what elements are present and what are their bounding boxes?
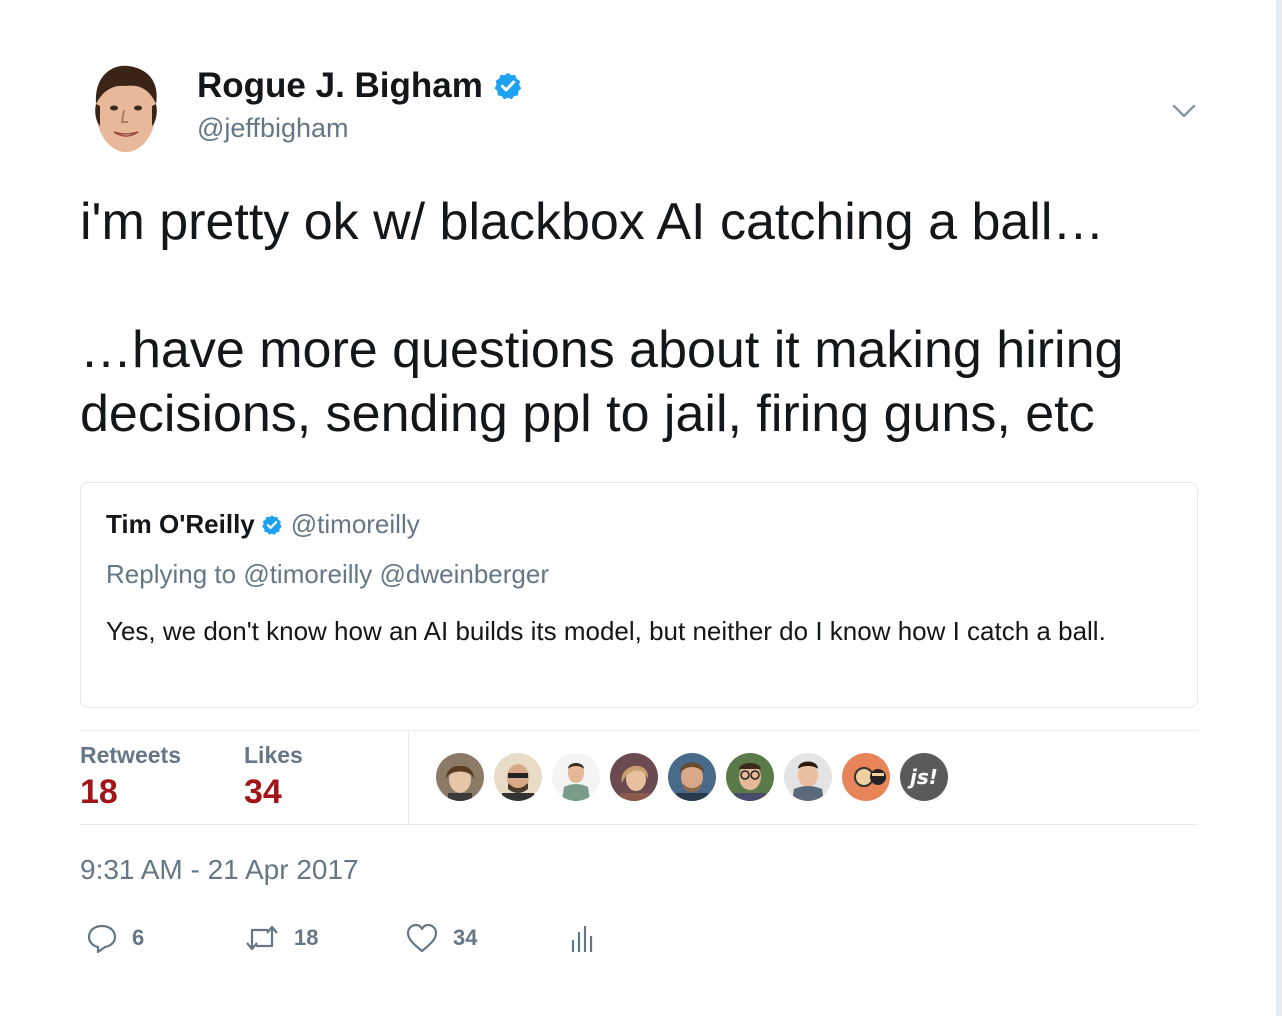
- reply-button[interactable]: 6: [86, 920, 144, 956]
- liker-avatar[interactable]: [726, 753, 774, 801]
- replying-to-handles[interactable]: @timoreilly @dweinberger: [243, 559, 549, 589]
- author-name-text: Rogue J. Bigham: [197, 66, 483, 105]
- liker-avatar[interactable]: [668, 753, 716, 801]
- like-button[interactable]: 34: [405, 920, 477, 956]
- tweet-card: Rogue J. Bigham @jeffbigham i'm pretty o…: [0, 0, 1276, 1016]
- liker-avatar[interactable]: [494, 753, 542, 801]
- liker-avatar-text: js!: [907, 765, 938, 789]
- window-edge: [1276, 0, 1282, 1016]
- liker-avatar[interactable]: [552, 753, 600, 801]
- quoted-author-handle: @timoreilly: [290, 509, 420, 539]
- tweet-text-line: …have more questions about it making hir…: [80, 321, 1124, 379]
- quoted-author-name: Tim O'Reilly: [106, 509, 255, 539]
- retweets-count: 18: [80, 773, 118, 811]
- tweet-timestamp[interactable]: 9:31 AM - 21 Apr 2017: [80, 854, 359, 886]
- heart-icon: [406, 923, 438, 953]
- verified-badge-icon: [261, 514, 282, 535]
- liker-avatar[interactable]: [842, 753, 890, 801]
- quoted-tweet[interactable]: Tim O'Reilly @timoreilly Replying to @ti…: [80, 482, 1198, 708]
- likes-count: 34: [244, 773, 282, 811]
- liker-avatars: js!: [436, 753, 958, 801]
- liker-avatar[interactable]: [610, 753, 658, 801]
- replying-to: Replying to @timoreilly @dweinberger: [106, 559, 549, 590]
- like-count: 34: [453, 925, 478, 950]
- liker-avatar[interactable]: js!: [900, 753, 948, 801]
- retweet-button[interactable]: 18: [244, 920, 318, 956]
- reply-count: 6: [132, 925, 145, 950]
- author-display-name[interactable]: Rogue J. Bigham: [197, 66, 523, 106]
- analytics-icon: [571, 926, 593, 952]
- replying-to-prefix: Replying to: [106, 559, 237, 589]
- retweets-label: Retweets: [80, 742, 181, 768]
- verified-badge-icon: [494, 72, 521, 100]
- likes-label: Likes: [244, 742, 303, 768]
- author-avatar[interactable]: [90, 60, 162, 156]
- tweet-text: i'm pretty ok w/ blackbox AI catching a …: [80, 190, 1240, 446]
- tweet-text-line: i'm pretty ok w/ blackbox AI catching a …: [80, 193, 1105, 251]
- divider: [408, 731, 409, 824]
- liker-avatar[interactable]: [436, 753, 484, 801]
- author-handle[interactable]: @jeffbigham: [197, 113, 349, 144]
- likes-stat[interactable]: Likes 34: [244, 742, 303, 812]
- liker-avatar[interactable]: [784, 753, 832, 801]
- analytics-button[interactable]: [570, 920, 594, 956]
- quoted-tweet-header: Tim O'Reilly @timoreilly: [106, 509, 420, 540]
- divider: [80, 824, 1198, 825]
- quoted-tweet-text: Yes, we don't know how an AI builds its …: [106, 616, 1106, 646]
- reply-icon: [87, 924, 117, 954]
- tweet-text-line: decisions, sending ppl to jail, firing g…: [80, 385, 1095, 443]
- chevron-down-icon[interactable]: [1170, 98, 1198, 122]
- divider: [80, 730, 1198, 731]
- retweet-count: 18: [294, 925, 319, 950]
- retweets-stat[interactable]: Retweets 18: [80, 742, 181, 812]
- retweet-icon: [246, 925, 278, 951]
